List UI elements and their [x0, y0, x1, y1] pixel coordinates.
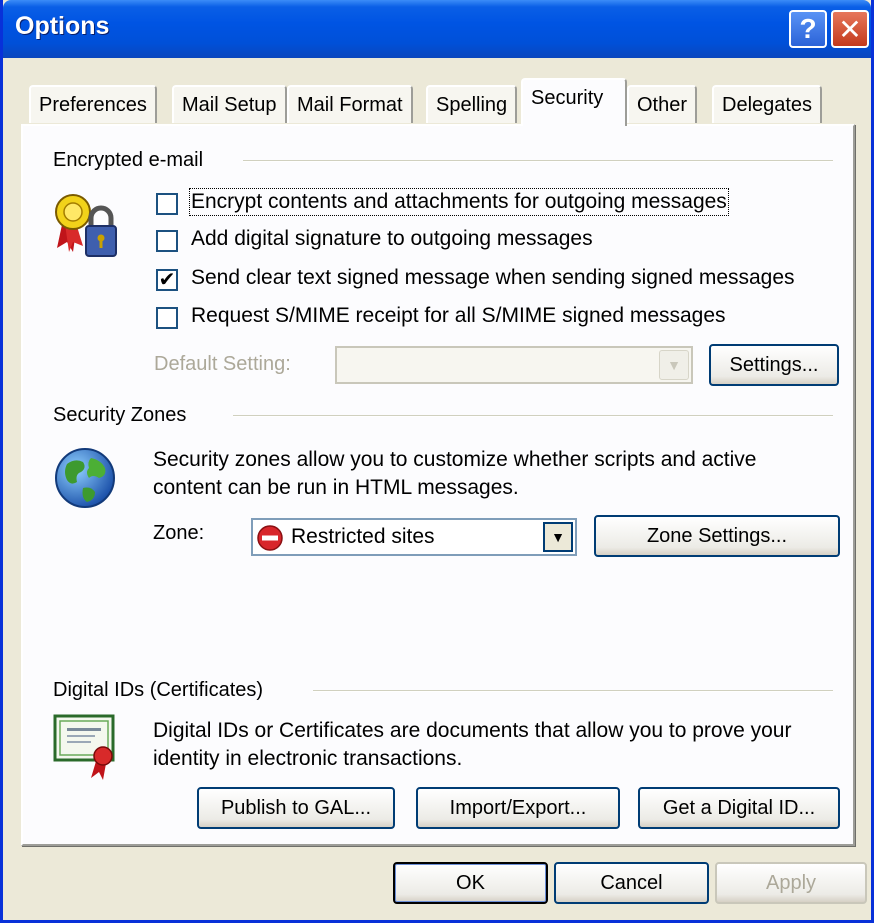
default-setting-label: Default Setting: — [154, 353, 291, 375]
chevron-down-icon: ▼ — [543, 522, 573, 552]
zones-description-line1: Security zones allow you to customize wh… — [153, 448, 757, 471]
tab-mail-format[interactable]: Mail Format — [287, 85, 413, 123]
tab-preferences[interactable]: Preferences — [29, 85, 157, 123]
encrypt-contents-label: Encrypt contents and attachments for out… — [189, 188, 729, 216]
help-icon: ? — [799, 13, 817, 44]
apply-button[interactable]: Apply — [715, 862, 867, 904]
group-divider — [233, 415, 833, 417]
group-divider — [313, 690, 833, 692]
certificate-lock-icon — [55, 194, 117, 257]
zone-select[interactable]: Restricted sites ▼ — [251, 518, 577, 556]
tab-delegates[interactable]: Delegates — [712, 85, 823, 123]
tab-spelling[interactable]: Spelling — [426, 85, 518, 123]
tab-security[interactable]: Security — [521, 78, 627, 126]
zone-label: Zone: — [153, 522, 205, 544]
title-bar[interactable]: Options ? ✕ — [3, 0, 871, 58]
add-digital-signature-checkbox[interactable] — [156, 230, 178, 252]
import-export-button[interactable]: Import/Export... — [416, 787, 620, 829]
digital-ids-description-line1: Digital IDs or Certificates are document… — [153, 719, 792, 742]
close-button[interactable]: ✕ — [831, 10, 869, 48]
send-clear-text-label: Send clear text signed message when send… — [191, 266, 795, 289]
security-zones-heading: Security Zones — [53, 404, 197, 427]
group-divider — [243, 160, 833, 162]
tab-other[interactable]: Other — [627, 85, 698, 123]
zone-value: Restricted sites — [291, 525, 435, 548]
certificate-icon — [53, 714, 115, 780]
tab-mail-setup[interactable]: Mail Setup — [172, 85, 287, 123]
restricted-icon — [257, 525, 283, 551]
checkmark-icon: ✔ — [158, 269, 176, 291]
options-dialog: Options ? ✕ Preferences Mail Setup Mail … — [0, 0, 874, 923]
chevron-down-icon: ▼ — [659, 350, 689, 380]
request-smime-receipt-label: Request S/MIME receipt for all S/MIME si… — [191, 304, 726, 327]
send-clear-text-checkbox[interactable]: ✔ — [156, 269, 178, 291]
digital-ids-description-line2: identity in electronic transactions. — [153, 747, 463, 770]
encrypted-email-heading: Encrypted e-mail — [53, 149, 214, 172]
window-title: Options — [15, 12, 110, 40]
get-digital-id-button[interactable]: Get a Digital ID... — [638, 787, 840, 829]
publish-to-gal-button[interactable]: Publish to GAL... — [197, 787, 395, 829]
add-digital-signature-label: Add digital signature to outgoing messag… — [191, 227, 593, 250]
settings-button[interactable]: Settings... — [709, 344, 839, 386]
encrypt-contents-checkbox[interactable] — [156, 193, 178, 215]
digital-ids-heading: Digital IDs (Certificates) — [53, 679, 274, 702]
help-button[interactable]: ? — [789, 10, 827, 48]
globe-icon — [55, 448, 115, 508]
cancel-button[interactable]: Cancel — [554, 862, 709, 904]
zone-settings-button[interactable]: Zone Settings... — [594, 515, 840, 557]
ok-button[interactable]: OK — [393, 862, 548, 904]
close-icon: ✕ — [838, 13, 862, 45]
request-smime-receipt-checkbox[interactable] — [156, 307, 178, 329]
default-setting-select[interactable]: ▼ — [335, 346, 693, 384]
security-tab-panel: Encrypted e-mail Encrypt contents and at… — [21, 124, 855, 846]
zones-description-line2: content can be run in HTML messages. — [153, 476, 519, 499]
